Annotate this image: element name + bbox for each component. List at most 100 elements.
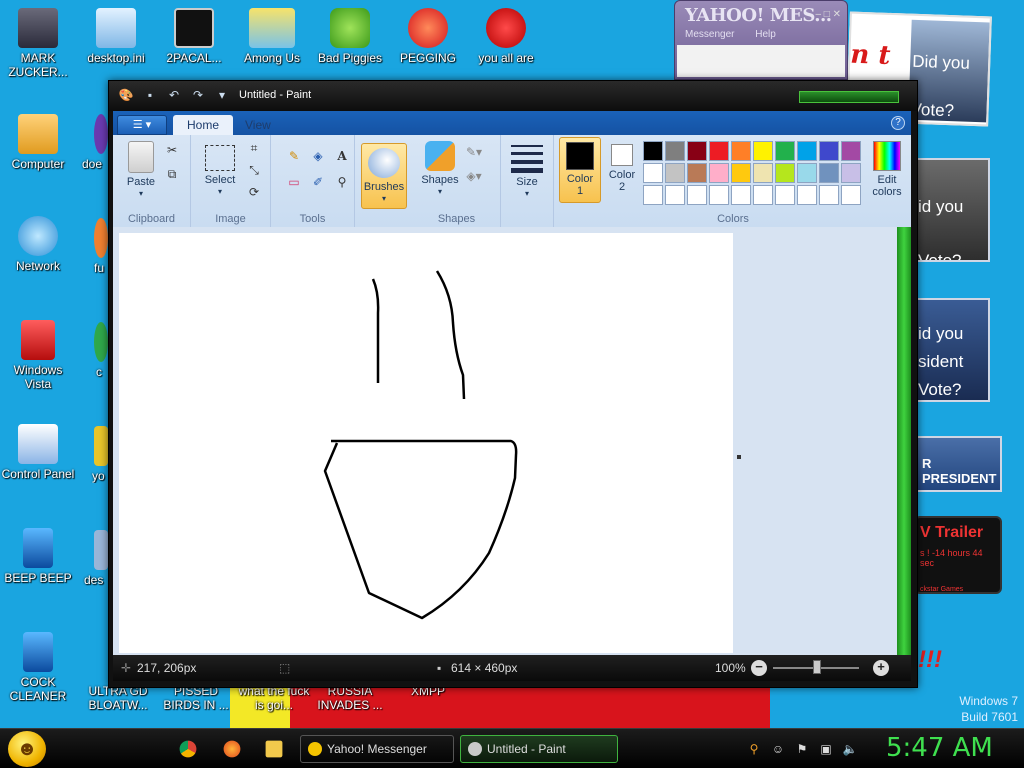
paint-titlebar[interactable]: 🎨 ▪ ↶ ↷ ▾ Untitled - Paint <box>109 81 917 111</box>
color-swatch[interactable] <box>643 141 663 161</box>
shapes-button[interactable]: Shapes ▾ <box>419 141 461 198</box>
color-picker-icon[interactable]: ✐ <box>309 173 327 191</box>
flag-icon[interactable]: ⚑ <box>794 741 810 757</box>
desktop-icon-what-the[interactable]: what the fuck is goi... <box>236 684 312 712</box>
taskbar-item-paint[interactable]: Untitled - Paint <box>460 735 618 763</box>
color-swatch[interactable] <box>753 163 773 183</box>
desktop-icon-cock-cleaner[interactable]: COCK CLEANER <box>0 632 76 703</box>
desktop-icon-mark-zucker[interactable]: MARK ZUCKER... <box>0 8 76 79</box>
drawing-canvas[interactable] <box>119 233 733 653</box>
desktop-icon-desktop-ini[interactable]: desktop.ini <box>78 8 154 65</box>
paint-window[interactable]: 🎨 ▪ ↶ ↷ ▾ Untitled - Paint ☰ ▾ Home View… <box>108 80 918 688</box>
start-button[interactable]: ☻ <box>8 731 46 767</box>
eraser-icon[interactable]: ▭ <box>285 173 303 191</box>
color-swatch[interactable] <box>709 163 729 183</box>
tab-home[interactable]: Home <box>173 115 234 135</box>
desktop-icon-you-all-are[interactable]: you all are <box>468 8 544 65</box>
paint-menu-button[interactable]: ☰ ▾ <box>117 115 167 135</box>
desktop-icon-2pacal[interactable]: 2PACAL... <box>156 8 232 65</box>
desktop-icon-partial[interactable]: yo <box>80 426 108 483</box>
yahoo-menu-help[interactable]: Help <box>755 29 776 40</box>
copy-icon[interactable]: ⧉ <box>163 165 181 183</box>
color-swatch[interactable] <box>775 141 795 161</box>
color2-button[interactable]: Color 2 <box>603 141 641 193</box>
cut-icon[interactable]: ✂ <box>163 141 181 159</box>
desktop-icon-control-panel[interactable]: Control Panel <box>0 424 76 481</box>
color-swatch[interactable] <box>643 185 663 205</box>
color-swatch[interactable] <box>841 141 861 161</box>
paint-app-icon[interactable]: 🎨 <box>117 87 135 103</box>
color-swatch[interactable] <box>819 163 839 183</box>
canvas-resize-handle[interactable] <box>737 455 741 459</box>
color1-button[interactable]: Color 1 <box>559 137 601 203</box>
magnifier-icon[interactable]: ⚲ <box>333 173 351 191</box>
desktop-icon-partial[interactable]: fu <box>80 218 108 275</box>
color-swatch[interactable] <box>775 163 795 183</box>
color-swatch[interactable] <box>819 141 839 161</box>
color-swatch[interactable] <box>841 163 861 183</box>
desktop-icon-pegging[interactable]: PEGGING <box>390 8 466 65</box>
size-button[interactable]: Size ▾ <box>505 145 549 200</box>
pencil-icon[interactable]: ✎ <box>285 147 303 165</box>
resize-icon[interactable]: ⤡ <box>245 161 263 179</box>
redo-icon[interactable]: ↷ <box>189 87 207 103</box>
save-icon[interactable]: ▪ <box>141 87 159 103</box>
color-swatch[interactable] <box>731 163 751 183</box>
desktop-icon-partial[interactable]: doe <box>80 114 108 171</box>
zoom-in-button[interactable]: + <box>873 660 889 676</box>
president-ad[interactable]: R PRESIDENT <box>914 436 1002 492</box>
crop-icon[interactable]: ⌗ <box>245 139 263 157</box>
desktop-icon-among-us[interactable]: Among Us <box>234 8 310 65</box>
fill-icon[interactable]: ◈ <box>309 147 327 165</box>
tab-view[interactable]: View <box>231 115 285 135</box>
color-swatch[interactable] <box>797 141 817 161</box>
help-icon[interactable]: ? <box>891 116 905 130</box>
desktop-icon-bad-piggies[interactable]: Bad Piggies <box>312 8 388 65</box>
trailer-ad[interactable]: V Trailer s ! -14 hours 44 sec ckstar Ga… <box>914 516 1002 594</box>
desktop-icon-computer[interactable]: Computer <box>0 114 76 171</box>
network-tray-icon[interactable]: ▣ <box>818 741 834 757</box>
color-swatch[interactable] <box>797 185 817 205</box>
desktop-icon-network[interactable]: Network <box>0 216 76 273</box>
color-swatch[interactable] <box>687 163 707 183</box>
text-icon[interactable]: A <box>333 147 351 165</box>
volume-icon[interactable]: 🔈 <box>842 741 858 757</box>
desktop-icon-ultra-gd[interactable]: ULTRA GD BLOATW... <box>80 684 156 712</box>
brushes-button[interactable]: Brushes ▾ <box>361 143 407 209</box>
color-swatch[interactable] <box>643 163 663 183</box>
rotate-icon[interactable]: ⟳ <box>245 183 263 201</box>
yahoo-tray-icon[interactable]: ☺ <box>770 741 786 757</box>
color-swatch[interactable] <box>731 185 751 205</box>
zoom-out-button[interactable]: − <box>751 660 767 676</box>
color-swatch[interactable] <box>687 185 707 205</box>
yahoo-menu-messenger[interactable]: Messenger <box>685 29 734 40</box>
zoom-slider-thumb[interactable] <box>813 660 821 674</box>
paste-button[interactable]: Paste ▾ <box>121 141 161 200</box>
desktop-icon-windows-vista[interactable]: Windows Vista <box>0 320 76 391</box>
clock[interactable]: 5:47 AM <box>886 733 993 763</box>
folder-icon[interactable] <box>265 740 283 758</box>
color-swatch[interactable] <box>665 141 685 161</box>
search-icon[interactable]: ⚲ <box>746 741 762 757</box>
color-swatch[interactable] <box>731 141 751 161</box>
color-swatch[interactable] <box>753 185 773 205</box>
edit-colors-button[interactable]: Edit colors <box>865 141 909 198</box>
color-swatch[interactable] <box>665 185 685 205</box>
color-swatch[interactable] <box>775 185 795 205</box>
color-swatch[interactable] <box>687 141 707 161</box>
outline-icon[interactable]: ✎▾ <box>465 143 483 161</box>
desktop-icon-partial[interactable]: des <box>80 530 108 587</box>
fill-style-icon[interactable]: ◈▾ <box>465 167 483 185</box>
desktop-icon-russia[interactable]: RUSSIA INVADES ... <box>312 684 388 712</box>
color-swatch[interactable] <box>665 163 685 183</box>
desktop-icon-beep-beep[interactable]: BEEP BEEP <box>0 528 76 585</box>
chrome-icon[interactable] <box>179 740 197 758</box>
color-swatch[interactable] <box>819 185 839 205</box>
desktop-icon-pissed-birds[interactable]: PISSED BIRDS IN ... <box>158 684 234 712</box>
yahoo-messenger-window[interactable]: YAHOO! MES... – □ ✕ Messenger Help <box>674 0 848 80</box>
color-swatch[interactable] <box>753 141 773 161</box>
vote-ad-2[interactable]: id you Vote? <box>914 158 990 262</box>
vertical-scrollbar[interactable] <box>897 227 911 655</box>
desktop-icon-partial[interactable]: c <box>80 322 108 379</box>
vote-ad-3[interactable]: id you sident Vote? <box>914 298 990 402</box>
